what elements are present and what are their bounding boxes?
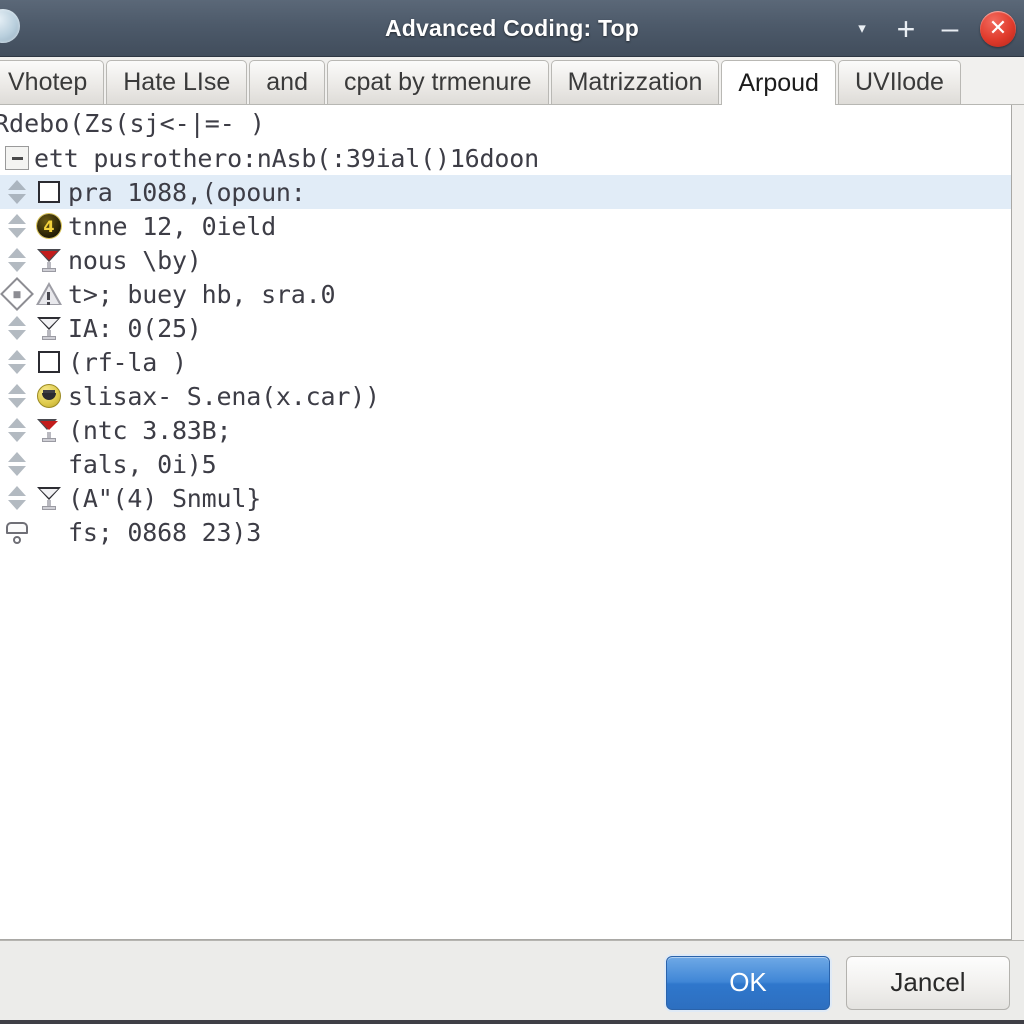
- funnel-dark-icon: [34, 483, 64, 513]
- list-item-label: fs; 0868 23)3: [68, 517, 262, 547]
- list-item[interactable]: fals, 0i)5: [0, 447, 1011, 481]
- ok-button[interactable]: OK: [666, 955, 830, 1010]
- funnel-gray-icon: [34, 313, 64, 343]
- list-item[interactable]: pra 1088,(opoun:: [0, 175, 1011, 209]
- list-title-text: Rdebo(Zs(sj<-|=- ): [0, 108, 265, 138]
- list-item[interactable]: t>; buey hb, sra.0: [0, 277, 1011, 311]
- dialog-footer: OK Jancel: [0, 940, 1024, 1024]
- list-item-label: t>; buey hb, sra.0: [68, 279, 336, 309]
- list-item[interactable]: fs; 0868 23)3: [0, 515, 1011, 549]
- tab-vhotep[interactable]: Vhotep: [0, 60, 105, 104]
- sort-arrows-icon[interactable]: [0, 175, 34, 209]
- list-title-row: Rdebo(Zs(sj<-|=- ): [0, 105, 1011, 141]
- sort-arrows-icon[interactable]: [0, 209, 34, 243]
- tab-cpat-by-trmenure[interactable]: cpat by trmenure: [326, 60, 549, 104]
- list-item-label: (rf-la ): [68, 347, 187, 377]
- close-icon: ✕: [980, 10, 1016, 47]
- list-item-label: slisax- S.ena(x.car)): [68, 381, 380, 411]
- sort-arrows-icon[interactable]: [0, 413, 34, 447]
- sort-arrows-icon[interactable]: [0, 243, 34, 277]
- list-item[interactable]: (rf-la ): [0, 345, 1011, 379]
- tree-list-pane[interactable]: Rdebo(Zs(sj<-|=- ) ett pusrothero:nAsb(:…: [0, 105, 1012, 940]
- list-item[interactable]: ett pusrothero:nAsb(:39ial()16doon: [0, 141, 1011, 175]
- list-item[interactable]: slisax- S.ena(x.car)): [0, 379, 1011, 413]
- list-item-label: fals, 0i)5: [68, 449, 217, 479]
- close-button[interactable]: ✕: [972, 0, 1024, 57]
- content-area: Rdebo(Zs(sj<-|=- ) ett pusrothero:nAsb(:…: [0, 105, 1024, 940]
- cancel-button[interactable]: Jancel: [846, 955, 1010, 1010]
- list-item[interactable]: (ntc 3.83B;: [0, 413, 1011, 447]
- funnel-small-icon: [34, 415, 64, 445]
- list-item-label: ett pusrothero:nAsb(:39ial()16doon: [34, 143, 539, 173]
- list-item[interactable]: 4 tnne 12, 0ield: [0, 209, 1011, 243]
- sort-arrows-icon[interactable]: [0, 311, 34, 345]
- tab-hate-lise[interactable]: Hate LIse: [106, 60, 248, 104]
- tab-uvilode[interactable]: UVIlode: [837, 60, 961, 104]
- warning-triangle-icon: [34, 279, 64, 309]
- maximize-icon[interactable]: +: [884, 0, 928, 57]
- list-item-label: nous \by): [68, 245, 202, 275]
- tab-and[interactable]: and: [249, 60, 325, 104]
- titlebar[interactable]: Advanced Coding: Top ▾ + – ✕: [0, 0, 1024, 57]
- collapse-box-icon[interactable]: [0, 141, 35, 175]
- list-item-label: IA: 0(25): [68, 313, 202, 343]
- sort-arrows-icon[interactable]: [0, 481, 34, 515]
- list-item-label: pra 1088,(opoun:: [68, 177, 306, 207]
- row-spacer: [34, 449, 64, 479]
- diamond-icon[interactable]: [0, 277, 34, 311]
- checkbox-icon[interactable]: [34, 347, 64, 377]
- sort-arrows-icon[interactable]: [0, 345, 34, 379]
- minimize-icon[interactable]: –: [928, 0, 972, 57]
- window-controls: ▾ + – ✕: [840, 0, 1024, 57]
- list-item-label: (ntc 3.83B;: [68, 415, 232, 445]
- list-item-label: (A"(4) Snmul}: [68, 483, 262, 513]
- stamp-icon[interactable]: [0, 515, 34, 549]
- sort-arrows-icon[interactable]: [0, 447, 34, 481]
- smiley-icon: [34, 381, 64, 411]
- tab-arpoud[interactable]: Arpoud: [721, 60, 836, 105]
- tab-matrizzation[interactable]: Matrizzation: [550, 60, 720, 104]
- badge-4-icon: 4: [34, 211, 64, 241]
- checkbox-icon[interactable]: [34, 177, 64, 207]
- list-item[interactable]: nous \by): [0, 243, 1011, 277]
- row-spacer: [34, 517, 64, 547]
- dropdown-icon[interactable]: ▾: [840, 0, 884, 57]
- dialog-window: Advanced Coding: Top ▾ + – ✕ Vhotep Hate…: [0, 0, 1024, 1024]
- window-bottom-edge: [0, 1020, 1024, 1024]
- list-item[interactable]: (A"(4) Snmul}: [0, 481, 1011, 515]
- tab-strip: Vhotep Hate LIse and cpat by trmenure Ma…: [0, 57, 1024, 105]
- list-item-label: tnne 12, 0ield: [68, 211, 276, 241]
- app-orb-icon: [0, 9, 20, 43]
- funnel-red-icon: [34, 245, 64, 275]
- list-item[interactable]: IA: 0(25): [0, 311, 1011, 345]
- sort-arrows-icon[interactable]: [0, 379, 34, 413]
